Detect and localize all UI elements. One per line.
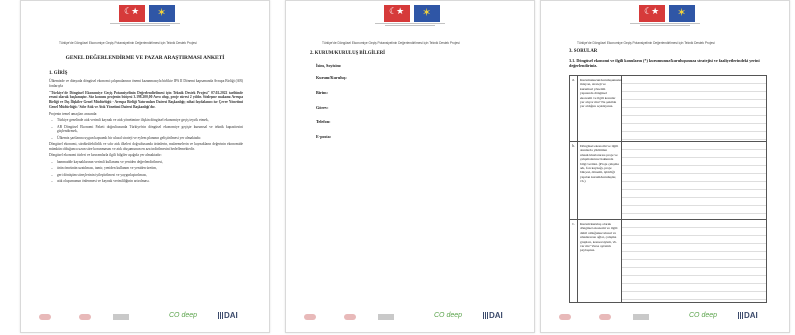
table-row: b. Döngüsel ekonomi ve ilgili alanlarda … <box>570 142 766 220</box>
logo-caption <box>541 23 789 27</box>
turkey-flag-icon <box>119 5 145 22</box>
partner-logo <box>39 314 51 320</box>
dai-bars-icon <box>483 312 488 319</box>
dai-logo-text: DAI <box>224 311 238 320</box>
document-page-1: Türkiye'de Döngüsel Ekonomiye Geçiş Pota… <box>20 0 270 333</box>
dai-bars-icon <box>738 312 743 319</box>
field-organization[interactable]: Kurum/Kuruluş: <box>316 75 347 80</box>
bullet-list: Türkiye genelinde atık verimli kaynak ve… <box>49 118 243 140</box>
footer-logos: CO deep DAI <box>21 311 269 324</box>
partner-logo <box>633 314 649 320</box>
partner-logo <box>378 314 394 320</box>
list-item: Ülkemiz şartlarına uygun kapsamlı bir ul… <box>49 136 243 141</box>
paragraph: Ülkemizde ve dünyada döngüsel ekonomi ça… <box>49 79 243 88</box>
section-title: 3. SORULAR <box>569 49 598 54</box>
header-logos <box>541 5 789 27</box>
logo-caption <box>286 23 534 27</box>
partner-logo <box>304 314 316 320</box>
codeep-logo: CO deep <box>689 312 718 319</box>
eu-flag-icon <box>669 5 695 22</box>
field-name[interactable]: İsim, Soyisim: <box>316 63 341 68</box>
footer-logos: CO deep DAI <box>541 311 789 324</box>
question-heading: 3.1. Döngüsel ekonomi ve ilgili konuları… <box>569 58 760 68</box>
partner-logo <box>79 314 91 320</box>
document-page-2: Türkiye'de Döngüsel Ekonomiye Geçiş Pota… <box>285 0 535 333</box>
dai-logo: DAI <box>738 311 758 320</box>
turkey-flag-icon <box>384 5 410 22</box>
field-unit[interactable]: Birim: <box>316 90 328 95</box>
dai-logo-text: DAI <box>744 311 758 320</box>
logo-caption <box>21 23 269 27</box>
section-title: 1. GİRİŞ <box>49 71 68 76</box>
list-item: atık oluşumunun önlenmesi ve kaynak veri… <box>49 179 243 184</box>
project-line: Türkiye'de Döngüsel Ekonomiye Geçiş Pota… <box>322 41 460 45</box>
eu-flag-icon <box>149 5 175 22</box>
page-title: GENEL DEĞERLENDİRME VE PAZAR ARAŞTIRMASI… <box>65 55 225 61</box>
bullet-list: hammadde kaynaklarının verimli kullanımı… <box>49 160 243 183</box>
list-item: Türkiye genelinde atık verimli kaynak ve… <box>49 118 243 123</box>
partner-logo <box>559 314 571 320</box>
project-line: Türkiye'de Döngüsel Ekonomiye Geçiş Pota… <box>577 41 715 45</box>
footer-logos: CO deep DAI <box>286 311 534 324</box>
intro-text: Ülkemizde ve dünyada döngüsel ekonomi ça… <box>49 79 243 185</box>
eu-flag-icon <box>414 5 440 22</box>
answer-area[interactable] <box>622 142 766 219</box>
list-item: hammadde kaynaklarının verimli kullanımı… <box>49 160 243 165</box>
paragraph: Döngüsel ekonomi türleri ve kavramlarla … <box>49 153 162 158</box>
turkey-flag-icon <box>639 5 665 22</box>
dai-logo: DAI <box>218 311 238 320</box>
partner-logo <box>113 314 129 320</box>
answer-area[interactable] <box>622 76 766 141</box>
answer-area[interactable] <box>622 220 766 302</box>
paragraph: Projenin temel amaçları arasında: <box>49 111 98 116</box>
header-logos <box>286 5 534 27</box>
codeep-logo: CO deep <box>434 312 463 319</box>
dai-bars-icon <box>218 312 223 319</box>
header-logos <box>21 5 269 27</box>
paragraph: "Türkiye'de Döngüsel Ekonomiye Geçiş Pot… <box>49 90 243 109</box>
field-email[interactable]: E-posta: <box>316 134 331 139</box>
field-phone[interactable]: Telefon: <box>316 119 331 124</box>
project-line: Türkiye'de Döngüsel Ekonomiye Geçiş Pota… <box>59 41 197 45</box>
question-text: Kurum/kuruluş olarak döngüsel ekonomi ve… <box>578 220 622 302</box>
list-item: ürün ömrünün uzatılması, tamir, yeniden … <box>49 166 243 171</box>
question-table: a. Kurumunuzun/kuruluşunuzun misyon, str… <box>569 75 767 303</box>
partner-logo <box>599 314 611 320</box>
dai-logo: DAI <box>483 311 503 320</box>
row-number: c. <box>570 220 578 302</box>
row-number: b. <box>570 142 578 219</box>
dai-logo-text: DAI <box>489 311 503 320</box>
row-number: a. <box>570 76 578 141</box>
section-title: 2. KURUM/KURULUŞ BİLGİLERİ <box>310 51 386 56</box>
field-position[interactable]: Görev: <box>316 105 328 110</box>
codeep-logo: CO deep <box>169 312 198 319</box>
table-row: a. Kurumunuzun/kuruluşunuzun misyon, str… <box>570 76 766 142</box>
table-row: c. Kurum/kuruluş olarak döngüsel ekonomi… <box>570 220 766 302</box>
question-text: Döngüsel ekonomi ve ilgili alanlarda yür… <box>578 142 622 219</box>
paragraph: Döngüsel ekonomi, sürdürülebilirlik ve s… <box>49 141 243 151</box>
list-item: AB Döngüsel Ekonomi Paketi doğrultusunda… <box>49 125 243 134</box>
question-text: Kurumunuzun/kuruluşunuzun misyon, strate… <box>578 76 622 141</box>
partner-logo <box>344 314 356 320</box>
list-item: geri dönüşüm süreçlerinin iyileştirilmes… <box>49 173 243 178</box>
document-page-3: Türkiye'de Döngüsel Ekonomiye Geçiş Pota… <box>540 0 790 333</box>
